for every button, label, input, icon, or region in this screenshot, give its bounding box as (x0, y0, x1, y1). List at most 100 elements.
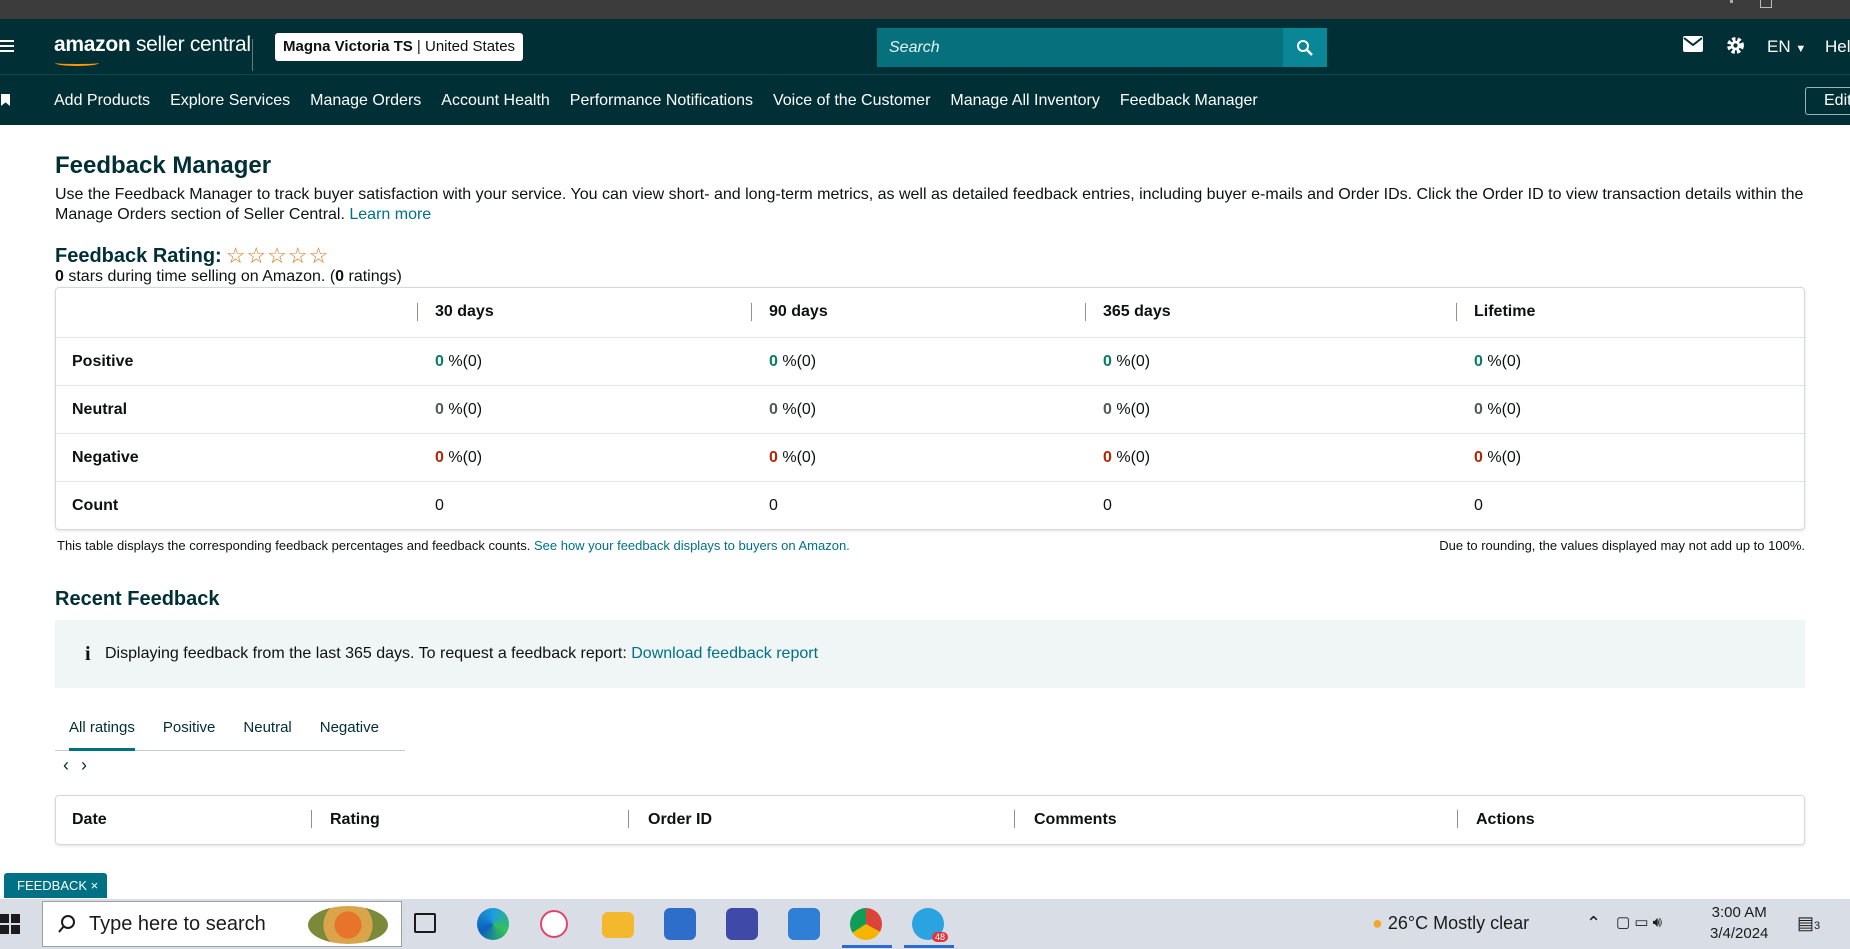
account-switcher[interactable]: Magna Victoria TS | United States (275, 33, 524, 61)
seller-central-logo[interactable]: amazon seller central (54, 33, 251, 57)
info-icon: i (85, 643, 91, 665)
table-cell: 0 %(0) (1474, 401, 1522, 418)
table-cell: 0 %(0) (1474, 449, 1522, 466)
mail-app-icon[interactable] (788, 908, 820, 940)
column-header: Date (72, 811, 107, 828)
telegram-badge: 48 (931, 932, 948, 942)
table-header: 30 days 90 days 365 days Lifetime (56, 288, 1804, 337)
tab-neutral[interactable]: Neutral (229, 705, 305, 750)
table-cell: 0 (769, 497, 778, 514)
browser-dot-icon (1730, 0, 1733, 3)
table-cell: 0 %(0) (769, 401, 817, 418)
table-row-negative: Negative 0 %(0) 0 %(0) 0 %(0) 0 %(0) (56, 433, 1804, 481)
clock[interactable]: 3:00 AM 3/4/2024 (1710, 902, 1768, 944)
snipping-tool-icon[interactable] (540, 910, 568, 938)
tab-positive[interactable]: Positive (149, 705, 230, 750)
tab-all-ratings[interactable]: All ratings (55, 705, 149, 751)
rating-tabs: All ratings Positive Neutral Negative (55, 705, 405, 751)
chevron-left-icon[interactable]: ‹ (63, 755, 69, 775)
search-input[interactable]: Search (877, 28, 1283, 67)
nav-performance-notifications[interactable]: Performance Notifications (570, 92, 753, 110)
amazon-smile-icon (55, 60, 99, 66)
windows-start-icon[interactable] (0, 914, 20, 934)
feedback-table: 30 days 90 days 365 days Lifetime Positi… (55, 287, 1805, 530)
nav-manage-all-inventory[interactable]: Manage All Inventory (950, 92, 1099, 110)
active-indicator (842, 945, 892, 948)
menu-icon[interactable] (0, 37, 16, 53)
tab-negative[interactable]: Negative (306, 705, 393, 750)
edit-button[interactable]: Edit (1805, 87, 1850, 115)
column-header: Order ID (648, 811, 713, 828)
bookmark-bar: Add Products Explore Services Manage Ord… (0, 74, 1850, 125)
row-label: Neutral (72, 401, 128, 418)
nav-add-products[interactable]: Add Products (54, 92, 150, 110)
nav-explore-services[interactable]: Explore Services (170, 92, 290, 110)
info-banner: i Displaying feedback from the last 365 … (55, 620, 1805, 688)
page-title: Feedback Manager (55, 152, 272, 179)
column-header: Actions (1476, 811, 1535, 828)
moon-icon: ● (1372, 913, 1383, 933)
table-cell: 0 %(0) (769, 353, 817, 370)
row-label: Count (72, 497, 119, 514)
search-highlight-image (308, 906, 388, 944)
browser-window-icon[interactable] (1760, 0, 1772, 8)
feedback-widget-tab[interactable]: FEEDBACK × (4, 873, 107, 898)
table-cell: 0 %(0) (1103, 353, 1151, 370)
row-label: Negative (72, 449, 139, 466)
nav-voice-of-customer[interactable]: Voice of the Customer (773, 92, 930, 110)
column-header: 365 days (1103, 303, 1171, 320)
column-header: 30 days (435, 303, 494, 320)
download-report-link[interactable]: Download feedback report (631, 645, 818, 662)
chrome-icon[interactable] (850, 908, 882, 940)
edge-browser-icon[interactable] (477, 908, 509, 940)
table-cell: 0 (435, 497, 444, 514)
recent-feedback-table: Date Rating Order ID Comments Actions (55, 795, 1805, 845)
gear-icon[interactable] (1725, 35, 1746, 61)
table-cell: 0 (1474, 497, 1483, 514)
chevron-up-icon[interactable]: ⌃ (1586, 913, 1601, 934)
table-cell: 0 %(0) (435, 353, 483, 370)
table-cell: 0 %(0) (435, 401, 483, 418)
learn-more-link[interactable]: Learn more (349, 206, 431, 223)
table-cell: 0 %(0) (1103, 401, 1151, 418)
table-cell: 0 %(0) (1474, 353, 1522, 370)
active-indicator (904, 945, 954, 948)
language-selector[interactable]: EN ▼ (1767, 37, 1806, 57)
mail-icon[interactable] (1683, 36, 1703, 57)
nav-account-health[interactable]: Account Health (441, 92, 550, 110)
feedback-rating-heading: Feedback Rating: ☆☆☆☆☆ (55, 243, 330, 268)
intro-text: Use the Feedback Manager to track buyer … (55, 186, 1804, 223)
tab-pager: ‹ › (63, 755, 99, 776)
notification-icon[interactable]: ▤3 (1797, 913, 1820, 934)
column-header: 90 days (769, 303, 828, 320)
row-label: Positive (72, 353, 134, 370)
browser-top-bar (0, 0, 1850, 19)
help-link[interactable]: Hel (1825, 37, 1850, 57)
star-rating-icon: ☆☆☆☆☆ (225, 243, 330, 268)
table-row-positive: Positive 0 %(0) 0 %(0) 0 %(0) 0 %(0) (56, 337, 1804, 385)
divider (252, 39, 253, 71)
table-cell: 0 %(0) (435, 449, 483, 466)
column-header: Comments (1034, 811, 1117, 828)
bookmark-icon[interactable] (1, 94, 10, 106)
app-icon[interactable] (726, 908, 758, 940)
file-explorer-icon[interactable] (602, 912, 634, 938)
rating-summary: 0 stars during time selling on Amazon. (… (55, 268, 402, 285)
store-icon[interactable] (664, 908, 696, 940)
windows-taskbar: Type here to search 48 ● 26°C Mostly cle… (0, 899, 1850, 949)
table-cell: 0 (1103, 497, 1112, 514)
task-view-icon[interactable] (414, 913, 436, 933)
taskbar-search-input[interactable]: Type here to search (42, 901, 402, 947)
nav-feedback-manager[interactable]: Feedback Manager (1120, 92, 1258, 110)
tray-icons[interactable]: ▢ ▭ 🔊︎ (1616, 913, 1662, 931)
table-cell: 0 %(0) (769, 449, 817, 466)
search-button[interactable] (1283, 28, 1327, 67)
weather-widget[interactable]: ● 26°C Mostly clear (1372, 913, 1529, 934)
chevron-right-icon[interactable]: › (81, 755, 87, 775)
feedback-display-link[interactable]: See how your feedback displays to buyers… (534, 538, 850, 553)
telegram-icon[interactable]: 48 (912, 908, 948, 942)
nav-manage-orders[interactable]: Manage Orders (310, 92, 421, 110)
recent-feedback-heading: Recent Feedback (55, 588, 220, 610)
column-header: Rating (330, 811, 380, 828)
search-icon (1297, 39, 1313, 56)
